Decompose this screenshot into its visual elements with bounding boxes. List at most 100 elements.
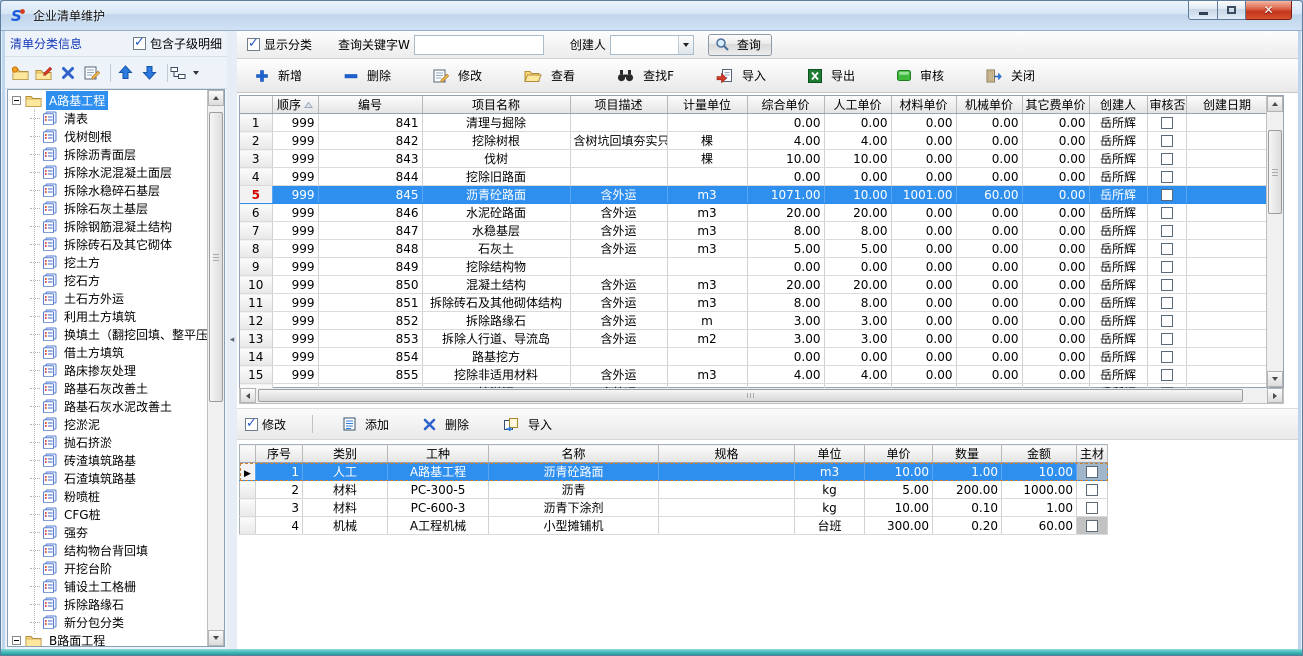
audit-checkbox[interactable] bbox=[1161, 369, 1173, 381]
toolbar-button-import[interactable]: 导入 bbox=[712, 64, 770, 87]
scroll-up-button[interactable] bbox=[208, 90, 224, 106]
cell-creator[interactable]: 岳所辉 bbox=[1089, 294, 1147, 312]
detail-import-button[interactable]: 导入 bbox=[499, 413, 556, 436]
cell-mach[interactable]: 0.00 bbox=[956, 204, 1022, 222]
tree-node[interactable]: CFG桩 bbox=[8, 505, 207, 523]
cell-code[interactable]: 849 bbox=[318, 258, 422, 276]
cell-desc[interactable]: 含外运 bbox=[570, 204, 667, 222]
cell-unit[interactable]: kg bbox=[795, 499, 865, 517]
audit-checkbox[interactable] bbox=[1161, 117, 1173, 129]
audit-checkbox[interactable] bbox=[1161, 279, 1173, 291]
cell-mat[interactable]: 0.00 bbox=[891, 150, 956, 168]
cell-name[interactable]: 混凝土结构 bbox=[422, 276, 570, 294]
cell-qty[interactable]: 0.10 bbox=[933, 499, 1002, 517]
cell-desc[interactable]: 含外运 bbox=[570, 366, 667, 384]
cell-creator[interactable]: 岳所辉 bbox=[1089, 168, 1147, 186]
tree-node[interactable]: 强夯 bbox=[8, 523, 207, 541]
scroll-up-button[interactable] bbox=[1267, 96, 1283, 112]
close-window-button[interactable]: ✕ bbox=[1246, 1, 1292, 20]
cell-unit[interactable]: m3 bbox=[795, 463, 865, 481]
tree-node[interactable]: 路床掺灰处理 bbox=[8, 361, 207, 379]
cell-date[interactable] bbox=[1186, 186, 1268, 204]
table-row[interactable]: 4机械A工程机械小型摊铺机台班300.000.2060.00 bbox=[240, 517, 1108, 535]
cell-other[interactable]: 0.00 bbox=[1022, 132, 1089, 150]
cell-labor[interactable]: 4.00 bbox=[824, 366, 891, 384]
column-header[interactable]: 编号 bbox=[318, 96, 422, 114]
cell-date[interactable] bbox=[1186, 312, 1268, 330]
cell-other[interactable]: 0.00 bbox=[1022, 348, 1089, 366]
tree-node[interactable]: 伐树刨根 bbox=[8, 127, 207, 145]
scroll-down-button[interactable] bbox=[1267, 371, 1283, 387]
cell-comp[interactable]: 4.00 bbox=[747, 132, 824, 150]
category-toolbar-delete-category-button[interactable] bbox=[58, 61, 82, 85]
audit-checkbox[interactable] bbox=[1161, 171, 1173, 183]
cell-mach[interactable]: 0.00 bbox=[956, 312, 1022, 330]
cell-unit[interactable]: kg bbox=[795, 481, 865, 499]
cell-mat[interactable]: 0.00 bbox=[891, 258, 956, 276]
cell-code[interactable]: 851 bbox=[318, 294, 422, 312]
cell-mat[interactable]: 0.00 bbox=[891, 276, 956, 294]
column-header[interactable] bbox=[240, 96, 272, 114]
tree-node[interactable]: 挖淤泥 bbox=[8, 415, 207, 433]
column-header[interactable]: 创建人 bbox=[1089, 96, 1147, 114]
cell-comp[interactable]: 20.00 bbox=[747, 276, 824, 294]
cell-spec[interactable] bbox=[659, 463, 795, 481]
audit-checkbox[interactable] bbox=[1161, 297, 1173, 309]
cell-code[interactable]: 854 bbox=[318, 348, 422, 366]
cell-name[interactable]: 水泥砼路面 bbox=[422, 204, 570, 222]
column-header[interactable]: 项目描述 bbox=[570, 96, 667, 114]
category-toolbar-new-category-button[interactable] bbox=[10, 61, 34, 85]
cell-unit[interactable] bbox=[667, 348, 747, 366]
audit-checkbox[interactable] bbox=[1161, 135, 1173, 147]
row-number[interactable]: 1 bbox=[240, 114, 272, 132]
cell-unit[interactable]: m2 bbox=[667, 330, 747, 348]
cell-mat[interactable]: 1001.00 bbox=[891, 186, 956, 204]
cell-comp[interactable]: 8.00 bbox=[747, 222, 824, 240]
include-children-option[interactable]: 包含子级明细 bbox=[133, 35, 222, 52]
cell-comp[interactable]: 10.00 bbox=[747, 150, 824, 168]
search-button[interactable]: 查询 bbox=[708, 34, 772, 56]
column-header[interactable]: 顺序 bbox=[272, 96, 318, 114]
cell-labor[interactable]: 10.00 bbox=[824, 186, 891, 204]
cell-price[interactable]: 10.00 bbox=[865, 463, 933, 481]
cell-spec[interactable] bbox=[659, 481, 795, 499]
cell-name[interactable]: 石灰土 bbox=[422, 240, 570, 258]
scroll-down-button[interactable] bbox=[208, 630, 224, 646]
column-header[interactable]: 机械单价 bbox=[956, 96, 1022, 114]
cell-mach[interactable]: 0.00 bbox=[956, 258, 1022, 276]
column-header[interactable]: 审核否 bbox=[1147, 96, 1186, 114]
cell-creator[interactable]: 岳所辉 bbox=[1089, 150, 1147, 168]
row-number[interactable]: 12 bbox=[240, 312, 272, 330]
main-material-checkbox[interactable] bbox=[1086, 520, 1098, 532]
cell-unit[interactable]: 棵 bbox=[667, 132, 747, 150]
creator-select[interactable] bbox=[610, 35, 694, 55]
minimize-button[interactable] bbox=[1188, 1, 1218, 20]
cell-other[interactable]: 0.00 bbox=[1022, 240, 1089, 258]
cell-mat[interactable]: 0.00 bbox=[891, 330, 956, 348]
column-header[interactable]: 项目名称 bbox=[422, 96, 570, 114]
cell-mat[interactable]: 0.00 bbox=[891, 132, 956, 150]
cell-labor[interactable]: 10.00 bbox=[824, 150, 891, 168]
cell-other[interactable]: 0.00 bbox=[1022, 150, 1089, 168]
cell-trade[interactable]: A路基工程 bbox=[388, 463, 489, 481]
tree-node-root[interactable]: B路面工程 bbox=[8, 631, 207, 646]
cell-comp[interactable]: 1071.00 bbox=[747, 186, 824, 204]
cell-name[interactable]: 路基挖方 bbox=[422, 348, 570, 366]
cell-creator[interactable]: 岳所辉 bbox=[1089, 276, 1147, 294]
row-number[interactable]: 10 bbox=[240, 276, 272, 294]
category-toolbar-move-down-button[interactable] bbox=[139, 61, 163, 85]
cell-code[interactable]: 845 bbox=[318, 186, 422, 204]
cell-name[interactable]: 拆除路缘石 bbox=[422, 312, 570, 330]
row-number[interactable]: 4 bbox=[240, 168, 272, 186]
cell-code[interactable]: 846 bbox=[318, 204, 422, 222]
tree-node[interactable]: 铺设土工格栅 bbox=[8, 577, 207, 595]
column-header[interactable]: 材料单价 bbox=[891, 96, 956, 114]
cell-creator[interactable]: 岳所辉 bbox=[1089, 114, 1147, 132]
tree-node[interactable]: 利用土方填筑 bbox=[8, 307, 207, 325]
table-row[interactable]: 8999848石灰土含外运m35.005.000.000.000.00岳所辉 bbox=[240, 240, 1268, 258]
tree-node[interactable]: 结构物台背回填 bbox=[8, 541, 207, 559]
cell-no[interactable]: 2 bbox=[256, 481, 303, 499]
cell-code[interactable]: 844 bbox=[318, 168, 422, 186]
cell-seq[interactable]: 999 bbox=[272, 186, 318, 204]
cell-name[interactable]: 挖除结构物 bbox=[422, 258, 570, 276]
